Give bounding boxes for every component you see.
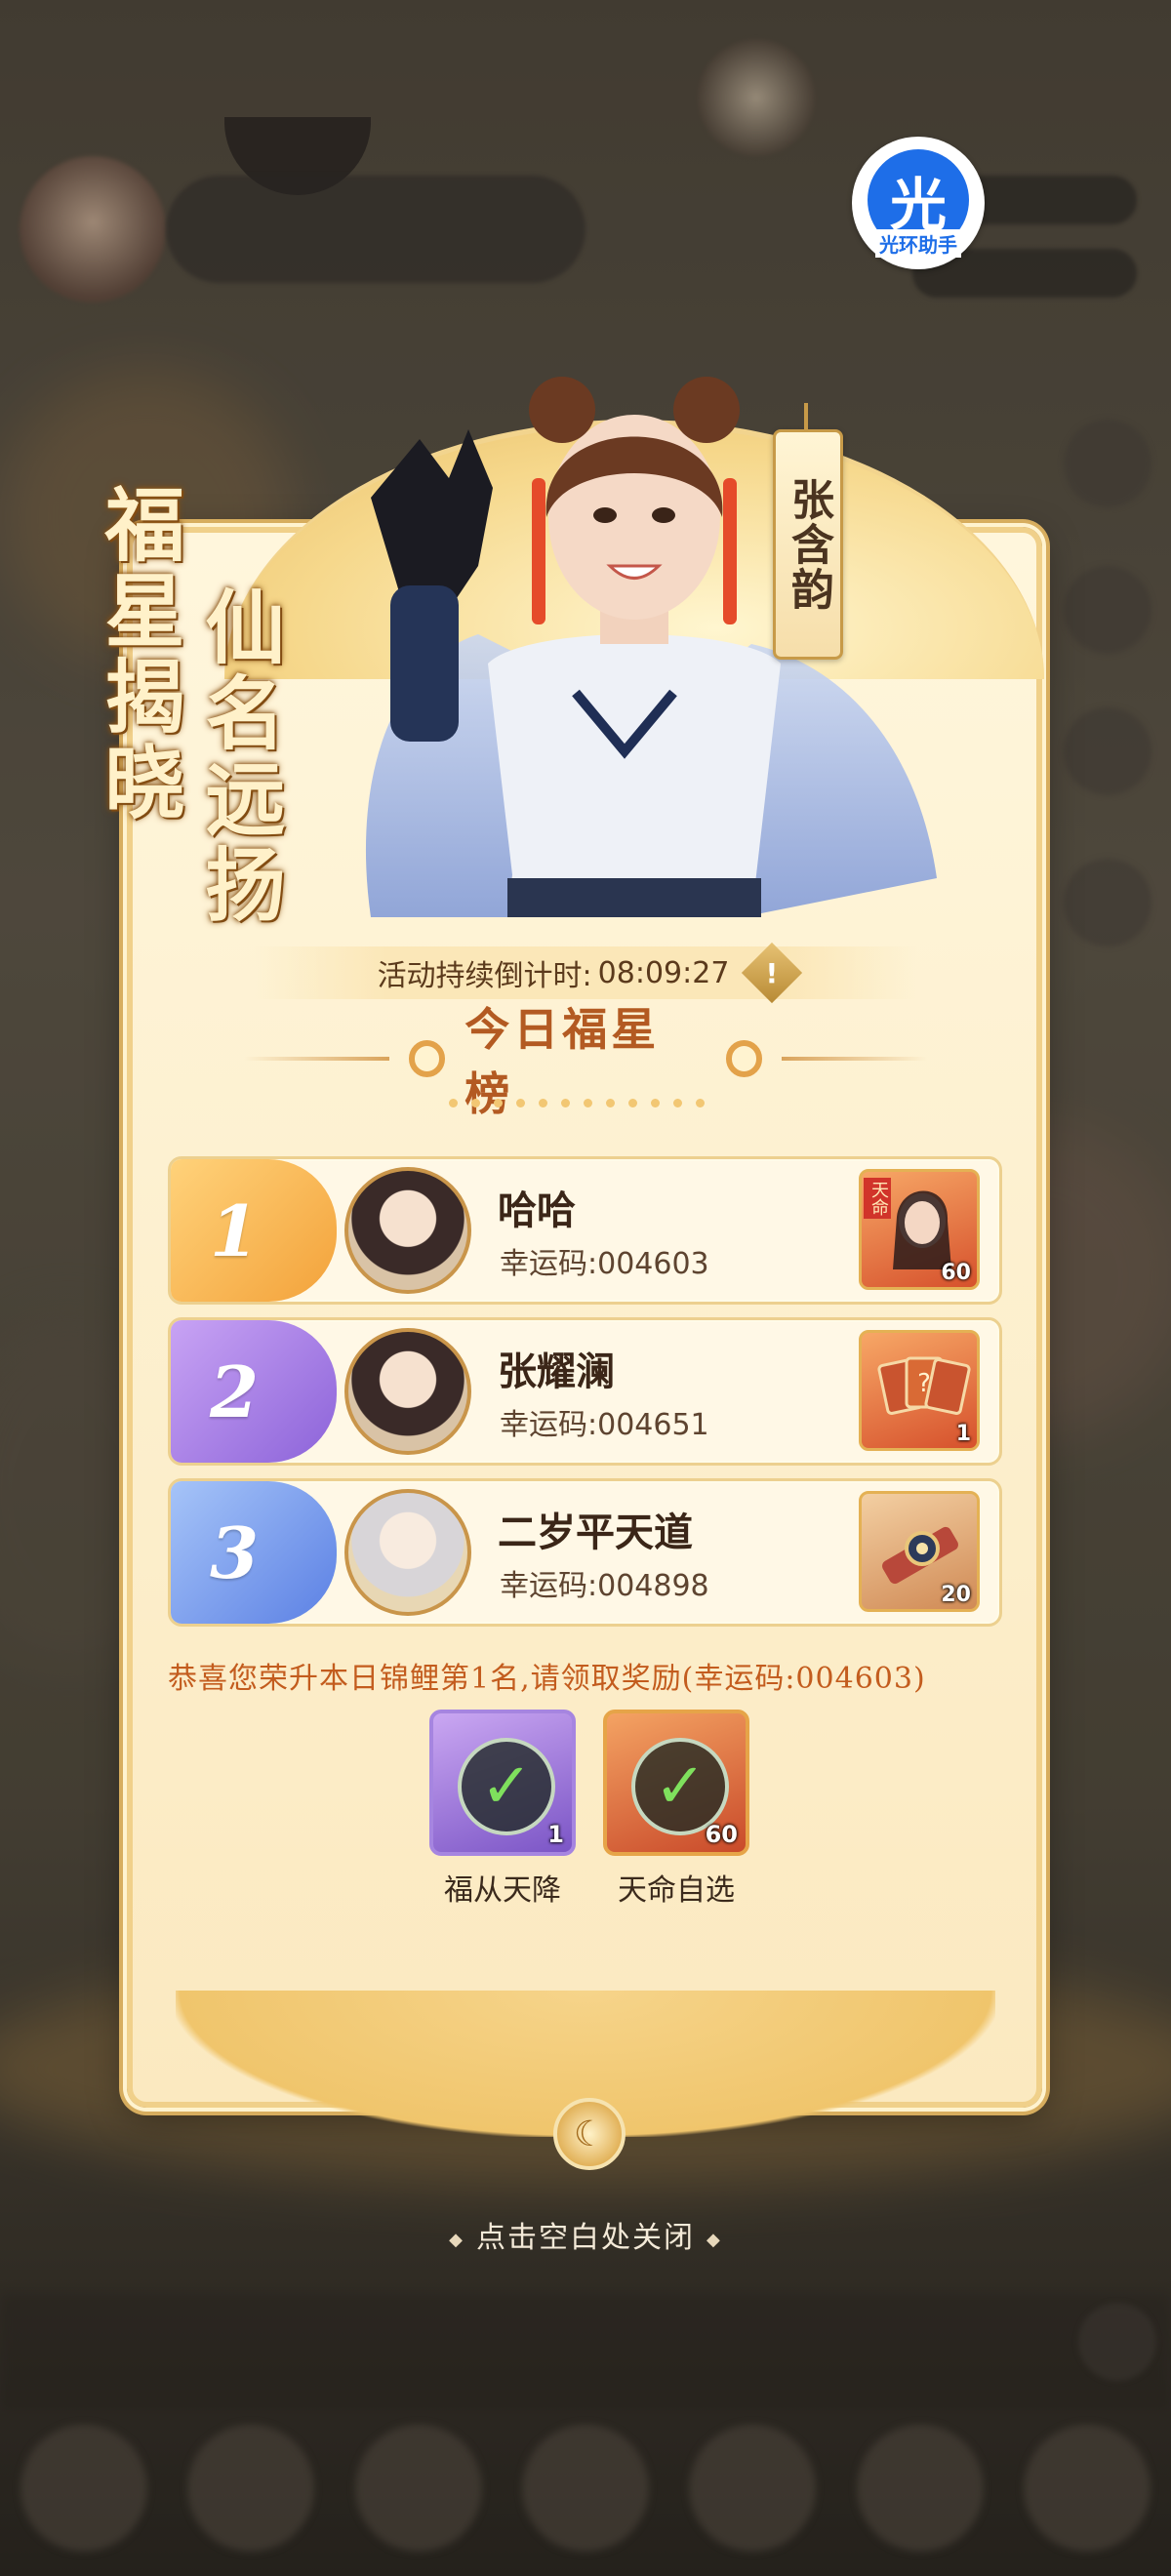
nav-icon	[689, 2425, 817, 2552]
app-watermark: 光 光环助手	[852, 137, 985, 269]
side-menu-icon-3	[1064, 707, 1151, 795]
character-portrait	[365, 377, 937, 917]
slogan-line-2: 仙名远扬	[191, 585, 285, 929]
player-info-bar	[166, 176, 586, 283]
side-menu-icon-4	[1064, 859, 1151, 946]
reward-count: 1	[547, 1821, 564, 1848]
player-avatar[interactable]	[344, 1328, 471, 1455]
reward-box[interactable]: ✓ 1	[429, 1710, 576, 1856]
character-name-tag: 张含韵	[773, 403, 843, 660]
lucky-code: 幸运码:004651	[500, 1408, 709, 1442]
title-left-ornament	[244, 1057, 389, 1061]
ranking-row: 1 哈哈 幸运码:004603 天命 60	[168, 1156, 1002, 1305]
countdown-value: 08:09:27	[597, 955, 730, 990]
close-hint[interactable]: 点击空白处关闭	[410, 2213, 761, 2256]
reward-count: 1	[955, 1422, 971, 1446]
slogan-line-1: 福星揭晓	[91, 483, 184, 826]
event-countdown: 活动持续倒计时: 08:09:27 !	[254, 942, 917, 1004]
title-right-ornament	[782, 1057, 927, 1061]
reward-count: 60	[705, 1821, 738, 1848]
rank-number: 3	[171, 1481, 337, 1624]
nav-icon	[856, 2425, 984, 2552]
congrats-message: 恭喜您荣升本日锦鲤第1名,请领取奖励(幸运码:004603)	[168, 1662, 926, 1696]
reward-count: 60	[941, 1261, 971, 1285]
bottom-nav-bar	[0, 2400, 1171, 2576]
claimed-reward-1[interactable]: ✓ 1 福从天降	[429, 1710, 576, 1909]
claimed-reward-2[interactable]: ✓ 60 天命自选	[603, 1710, 749, 1909]
nav-icon	[20, 2425, 147, 2552]
rank-number: 1	[171, 1159, 337, 1302]
plus-menu-icon	[1078, 2303, 1156, 2381]
reward-label: 福从天降	[444, 1873, 561, 1908]
character-name: 张含韵	[784, 477, 833, 612]
player-name: 张耀澜	[498, 1348, 615, 1394]
alert-diamond-icon[interactable]: !	[742, 942, 803, 1004]
rank-number: 2	[171, 1320, 337, 1463]
countdown-label: 活动持续倒计时:	[377, 959, 592, 993]
lucky-code: 幸运码:004898	[500, 1569, 709, 1603]
svg-text:?: ?	[917, 1369, 931, 1398]
player-avatar[interactable]	[344, 1167, 471, 1294]
reward-box[interactable]: ✓ 60	[603, 1710, 749, 1856]
side-menu-icon-1	[1064, 420, 1151, 507]
reward-item[interactable]: 天命 60	[859, 1169, 980, 1290]
reward-tag: 天命	[864, 1178, 891, 1219]
top-avatar	[698, 39, 815, 156]
moon-ornament-icon: ☾	[553, 2098, 626, 2170]
title-ring-icon	[725, 1040, 763, 1077]
check-icon: ✓	[458, 1738, 555, 1835]
nav-icon	[187, 2425, 315, 2552]
title-ring-icon	[408, 1040, 446, 1077]
reward-count: 20	[941, 1583, 971, 1607]
side-menu-icon-2	[1064, 566, 1151, 654]
nav-icon	[521, 2425, 649, 2552]
watermark-text: 光环助手	[875, 229, 961, 258]
player-name: 二岁平天道	[498, 1509, 693, 1555]
ranking-title: 今日福星榜	[244, 1003, 927, 1120]
player-name: 哈哈	[498, 1187, 576, 1233]
reward-item[interactable]: ? 1	[859, 1330, 980, 1451]
ranking-row: 3 二岁平天道 幸运码:004898 20	[168, 1478, 1002, 1627]
player-avatar	[20, 156, 166, 302]
lucky-code: 幸运码:004603	[500, 1247, 709, 1281]
ranking-row: 2 张耀澜 幸运码:004651 ? 1	[168, 1317, 1002, 1466]
nav-icon	[354, 2425, 482, 2552]
player-avatar[interactable]	[344, 1489, 471, 1616]
reward-item[interactable]: 20	[859, 1491, 980, 1612]
reward-label: 天命自选	[618, 1873, 735, 1908]
title-dots	[449, 1099, 705, 1107]
nav-icon	[1024, 2425, 1151, 2552]
